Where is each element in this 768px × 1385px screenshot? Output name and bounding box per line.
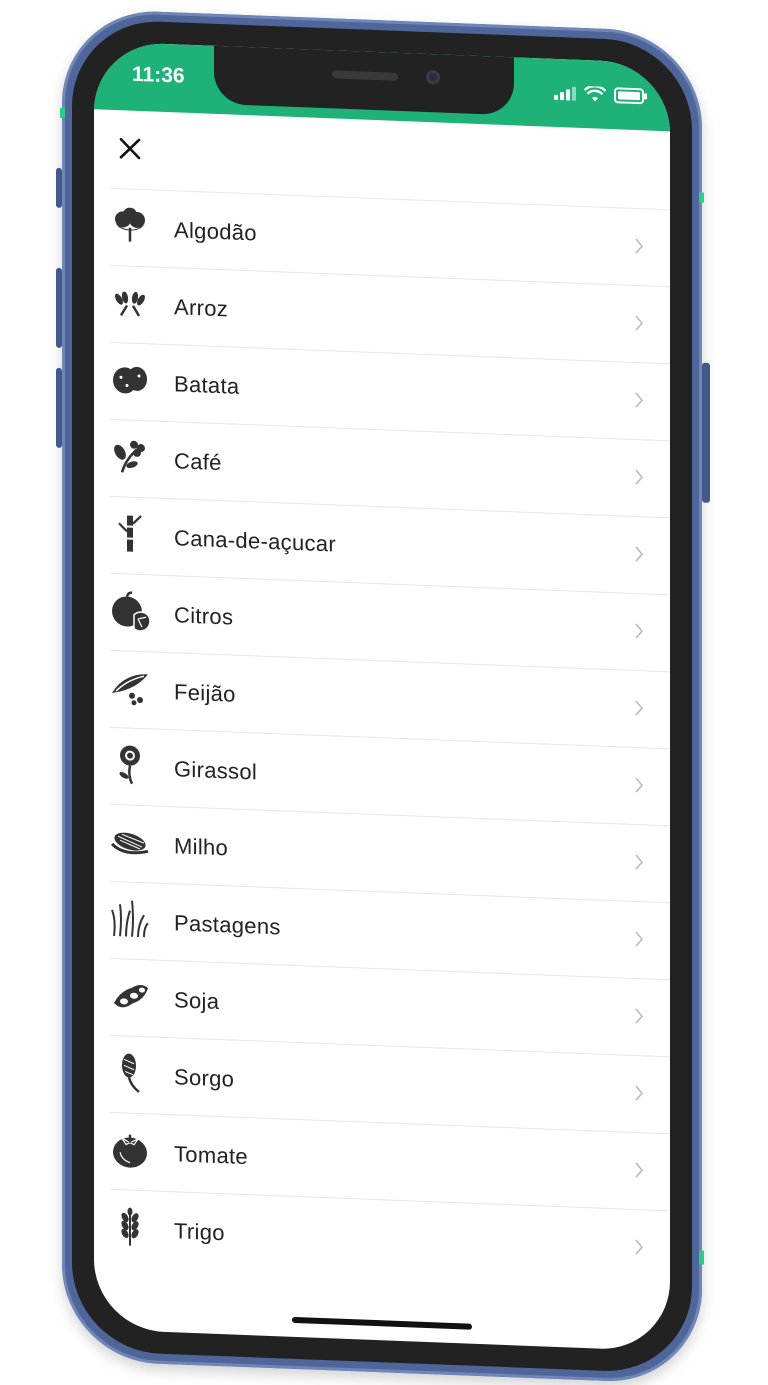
chevron-right-icon	[635, 1239, 644, 1255]
screen: 11:36 Algodão Arroz Batata Café Cana-de-…	[94, 41, 670, 1352]
notch	[214, 41, 514, 116]
status-time: 11:36	[132, 62, 185, 88]
crop-label: Arroz	[174, 294, 229, 322]
chevron-right-icon	[635, 1008, 644, 1024]
potato-icon	[110, 359, 150, 401]
coffee-icon	[110, 436, 150, 478]
chevron-right-icon	[635, 854, 644, 870]
rice-icon	[110, 282, 150, 324]
chevron-right-icon	[635, 623, 644, 639]
cotton-icon	[110, 205, 150, 247]
bezel: 11:36 Algodão Arroz Batata Café Cana-de-…	[72, 18, 692, 1375]
crop-label: Café	[174, 448, 222, 476]
chevron-right-icon	[635, 777, 644, 793]
soy-icon	[110, 975, 150, 1017]
crop-label: Algodão	[174, 217, 257, 246]
phone-frame: 11:36 Algodão Arroz Batata Café Cana-de-…	[56, 8, 710, 1385]
volume-down-button	[56, 367, 62, 448]
close-icon	[119, 137, 141, 160]
volume-up-button	[56, 267, 62, 348]
crop-label: Tomate	[174, 1141, 248, 1170]
crop-label: Soja	[174, 987, 220, 1015]
tomato-icon	[110, 1129, 150, 1171]
chevron-right-icon	[635, 1085, 644, 1101]
crop-list: Algodão Arroz Batata Café Cana-de-açucar…	[94, 187, 670, 1288]
crop-label: Feijão	[174, 679, 236, 707]
crop-label: Citros	[174, 602, 234, 630]
chevron-right-icon	[635, 1162, 644, 1178]
crop-label: Sorgo	[174, 1064, 235, 1092]
close-button[interactable]	[112, 130, 148, 167]
sunflower-icon	[110, 744, 150, 786]
signal-icon	[554, 86, 576, 106]
chevron-right-icon	[635, 700, 644, 716]
frame-accent	[699, 1250, 704, 1265]
citrus-icon	[110, 590, 150, 632]
wheat-icon	[110, 1206, 150, 1248]
chevron-right-icon	[635, 392, 644, 408]
home-indicator[interactable]	[292, 1316, 472, 1330]
chevron-right-icon	[635, 469, 644, 485]
wifi-icon	[583, 84, 607, 108]
pasture-icon	[110, 898, 150, 940]
status-icons	[554, 84, 648, 110]
chevron-right-icon	[635, 931, 644, 947]
battery-icon	[614, 87, 648, 109]
speaker	[332, 70, 398, 81]
crop-label: Girassol	[174, 756, 258, 785]
chevron-right-icon	[635, 238, 644, 254]
front-camera	[426, 69, 440, 85]
crop-label: Milho	[174, 833, 229, 861]
sorghum-icon	[110, 1052, 150, 1094]
crop-label: Trigo	[174, 1218, 225, 1246]
side-button	[56, 167, 62, 208]
crop-label: Batata	[174, 371, 240, 399]
power-button	[702, 362, 710, 503]
crop-label: Cana-de-açucar	[174, 525, 336, 557]
bean-icon	[110, 667, 150, 709]
crop-label: Pastagens	[174, 910, 281, 940]
sugarcane-icon	[110, 513, 150, 555]
frame-accent	[699, 192, 704, 203]
chevron-right-icon	[635, 315, 644, 331]
chevron-right-icon	[635, 546, 644, 562]
corn-icon	[110, 821, 150, 863]
frame-accent	[60, 107, 65, 119]
